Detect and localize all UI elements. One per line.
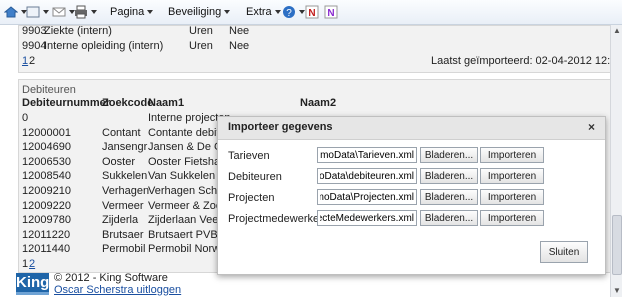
logo-underline (16, 292, 49, 295)
bladeren-button[interactable]: Bladeren... (420, 189, 478, 205)
home-button[interactable] (4, 4, 27, 20)
sluiten-button[interactable]: Sluiten (540, 241, 588, 263)
logout-link[interactable]: Oscar Scherstra uitloggen (54, 284, 181, 296)
page-content: 9903 Ziekte (intern) Uren Nee 9904 Inter… (0, 25, 610, 297)
file-path-input[interactable] (317, 168, 417, 184)
scroll-thumb[interactable] (612, 215, 622, 275)
importeren-button[interactable]: Importeren (480, 168, 544, 184)
cell-nummer: 12009220 (22, 199, 71, 212)
dialog-title: Importeer gegevens (228, 121, 333, 133)
import-row-label: Projectmedewerkers (228, 213, 329, 225)
cell-nummer: 12000001 (22, 126, 71, 139)
cell-zoekcode: Zijderla (102, 214, 139, 227)
page-link-1[interactable]: 1 (22, 54, 28, 68)
printer-icon (75, 5, 87, 19)
file-path-input[interactable] (317, 147, 417, 163)
cell-zoekcode: Sukkelen (102, 170, 148, 183)
cell-nummer: 12011440 (22, 243, 71, 256)
close-icon[interactable]: × (588, 120, 595, 134)
importeren-button[interactable]: Importeren (480, 147, 544, 163)
cell-nummer: 0 (22, 112, 29, 124)
king-logo: King (16, 273, 50, 293)
addon-n2-button[interactable]: N (324, 4, 338, 20)
addon-n-icon: N (305, 5, 319, 19)
cell-naam1: Brutsaert PVBA (148, 228, 226, 241)
svg-text:?: ? (286, 8, 292, 19)
file-path-input[interactable] (317, 189, 417, 205)
addon-n2-icon: N (324, 5, 338, 19)
import-row-label: Debiteuren (228, 171, 282, 183)
scroll-up-arrow-icon[interactable]: ▲ (611, 25, 622, 37)
feeds-button[interactable] (26, 4, 49, 20)
cell-nummer: 12008540 (22, 170, 71, 183)
svg-text:N: N (327, 8, 334, 19)
page-link-2[interactable]: 2 (29, 257, 35, 271)
mail-button[interactable] (52, 4, 75, 20)
cell-zoekcode: Brutsaer (102, 228, 144, 241)
help-button[interactable]: ? (282, 4, 305, 20)
cell-nummer: 12009780 (22, 214, 71, 227)
last-import-text: Laatst geïmporteerd: 02-04-2012 12:19u (431, 55, 610, 67)
cell-zoekcode: Ooster (102, 155, 136, 168)
cell-zoekcode: Jansengr (102, 141, 148, 154)
import-dialog: Importeer gegevens × Tarieven Bladeren...… (217, 116, 606, 275)
help-icon: ? (283, 6, 295, 19)
home-icon (4, 6, 18, 18)
mail-icon (52, 7, 66, 17)
feeds-icon (26, 6, 40, 18)
svg-text:N: N (308, 8, 315, 19)
scroll-down-arrow-icon[interactable]: ▼ (611, 285, 622, 297)
print-button[interactable] (74, 4, 97, 20)
importeren-button[interactable]: Importeren (480, 189, 544, 205)
menu-extra[interactable]: Extra (246, 4, 281, 20)
vertical-scrollbar[interactable]: ▲ ▼ (610, 25, 622, 297)
file-path-input[interactable] (317, 210, 417, 226)
cell-zoekcode: Permobil (102, 243, 146, 256)
cell-zoekcode: Verhagen (102, 185, 150, 197)
bladeren-button[interactable]: Bladeren... (420, 210, 478, 226)
bladeren-button[interactable]: Bladeren... (420, 147, 478, 163)
cell-zoekcode: Contant (102, 126, 141, 139)
copyright-text: © 2012 - King Software (54, 272, 168, 284)
page-link-2[interactable]: 2 (29, 54, 35, 68)
hour-codes-panel: 9903 Ziekte (intern) Uren Nee 9904 Inter… (18, 25, 610, 73)
section-title: Debiteuren (22, 84, 76, 96)
command-bar: Pagina Beveiliging Extra ? N N (0, 0, 622, 25)
bladeren-button[interactable]: Bladeren... (420, 168, 478, 184)
cell-nummer: 12004690 (22, 141, 71, 154)
cell-nummer: 12006530 (22, 155, 71, 168)
cell-nummer: 12011220 (22, 228, 71, 241)
cell-nummer: 12009210 (22, 185, 71, 197)
cell-zoekcode: Vermeer (102, 199, 144, 212)
addon-n-button[interactable]: N (305, 4, 319, 20)
page-link-1[interactable]: 1 (22, 257, 28, 271)
menu-beveiliging[interactable]: Beveiliging (168, 4, 231, 20)
dialog-header: Importeer gegevens × (218, 117, 605, 140)
menu-pagina[interactable]: Pagina (110, 4, 154, 20)
import-row-label: Tarieven (228, 150, 270, 162)
import-row-label: Projecten (228, 192, 275, 204)
importeren-button[interactable]: Importeren (480, 210, 544, 226)
